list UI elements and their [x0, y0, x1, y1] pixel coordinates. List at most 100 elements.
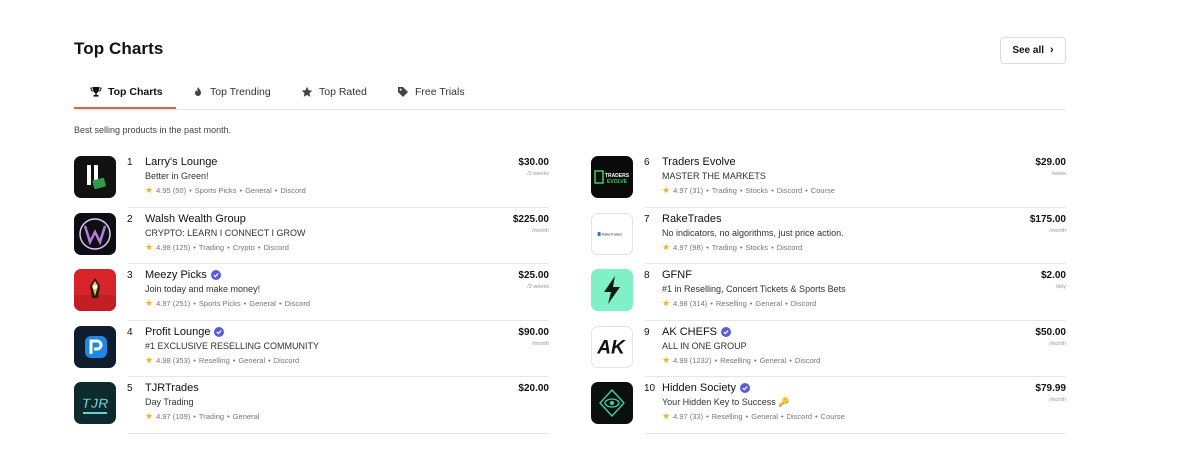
rank-number: 10 — [644, 383, 656, 394]
product-name[interactable]: GFNF — [662, 269, 692, 281]
product-name[interactable]: Profit Lounge — [145, 326, 225, 338]
page-title: Top Charts — [74, 39, 164, 58]
verified-badge-icon — [721, 326, 732, 337]
tag: Reselling — [715, 299, 747, 308]
product-meta: ★ 4.98 (353) • Reselling • General • Discor… — [145, 354, 300, 365]
ak-logo-text: AK — [596, 337, 626, 358]
list-item[interactable]: 10 Hidden Society Your Hidden Key to Suc… — [591, 377, 1066, 434]
svg-text:EVOLVE: EVOLVE — [607, 179, 628, 185]
rank-number: 6 — [644, 157, 650, 168]
billing-period: /2 weeks — [527, 284, 549, 290]
product-name-text: Meezy Picks — [145, 269, 207, 281]
tag-icon — [397, 86, 409, 98]
product-meta: ★ 4.98 (314) • Reselling • General • Discor… — [662, 298, 817, 309]
product-name[interactable]: Walsh Wealth Group — [145, 213, 246, 225]
rating-star-icon: ★ — [662, 354, 671, 365]
list-item[interactable]: AK 9 AK CHEFS ALL IN ONE GROUP ★ 4.99 (1… — [591, 321, 1066, 377]
product-name-text: TJRTrades — [145, 382, 199, 394]
tab-free-trials[interactable]: Free Trials — [397, 74, 465, 110]
product-description: Your Hidden Key to Success 🔑 — [662, 397, 790, 407]
rating-text: 4.97 (98) — [673, 242, 704, 252]
tag: General — [759, 355, 787, 365]
list-item[interactable]: TRADERS EVOLVE 6 Traders Evolve MASTER TH… — [591, 151, 1066, 208]
billing-period: /month — [532, 227, 549, 234]
tag: Sports Picks — [198, 299, 241, 308]
product-description: Join today and make money! — [145, 284, 261, 294]
chevron-right-icon: › — [1050, 44, 1054, 56]
tag: Trading — [711, 242, 737, 252]
list-item[interactable]: 4 Profit Lounge #1 EXCLUSIVE RESELLING C… — [74, 321, 549, 377]
raketrades-logo: RakeTrades — [591, 212, 633, 255]
verified-badge-icon — [214, 326, 225, 337]
product-name[interactable]: Traders Evolve — [662, 156, 736, 168]
rank-number: 8 — [644, 270, 650, 281]
price: $2.00 — [1040, 270, 1066, 281]
ak-chefs-logo: AK — [591, 325, 633, 368]
tag: Reselling — [711, 412, 743, 421]
tag: Trading — [198, 412, 225, 421]
product-description: MASTER THE MARKETS — [662, 171, 766, 181]
rating-star-icon: ★ — [145, 185, 154, 195]
tab-top-trending[interactable]: Top Trending — [192, 74, 271, 110]
product-meta: ★ 4.97 (251) • Sports Picks • General • Dis… — [145, 298, 311, 309]
product-name[interactable]: Hidden Society — [662, 382, 750, 394]
verified-badge-icon — [210, 270, 221, 280]
rating-star-icon: ★ — [662, 411, 671, 421]
tag: General — [751, 412, 778, 421]
gfnf-logo — [591, 269, 633, 311]
product-name[interactable]: Larry's Lounge — [145, 156, 217, 168]
price: $225.00 — [512, 213, 549, 225]
product-meta: ★ 4.97 (31) • Trading • Stocks • Discord • C… — [662, 185, 835, 196]
product-description: #1 in Reselling, Concert Tickets & Sport… — [662, 284, 846, 294]
product-name[interactable]: TJRTrades — [145, 382, 199, 394]
tag: Discord — [776, 186, 803, 195]
list-item[interactable]: 3 Meezy Picks Join today and make money!… — [74, 264, 549, 321]
rank-number: 1 — [127, 157, 133, 168]
rating-text: 4.95 (50) — [156, 186, 187, 195]
see-all-button[interactable]: See all › — [1000, 37, 1066, 64]
product-name-text: Larry's Lounge — [145, 156, 218, 168]
rating-text: 4.98 (125) — [156, 242, 191, 252]
tjr-logo-text: TJR — [82, 395, 109, 411]
tag: Course — [820, 412, 845, 421]
product-name[interactable]: Meezy Picks — [145, 269, 221, 281]
billing-period: /month — [1049, 227, 1066, 234]
price: $25.00 — [518, 270, 549, 281]
chart-list-right: TRADERS EVOLVE 6 Traders Evolve MASTER TH… — [591, 151, 1066, 434]
rating-star-icon: ★ — [662, 241, 671, 252]
tab-label: Top Trending — [210, 86, 271, 98]
billing-period: /month — [1049, 397, 1066, 403]
billing-period: /2 weeks — [527, 171, 549, 177]
product-description: Better in Green! — [145, 171, 209, 181]
tag: Discord — [776, 242, 803, 252]
larrys-lounge-logo — [74, 156, 116, 198]
rating-star-icon: ★ — [145, 241, 154, 252]
tab-top-rated[interactable]: Top Rated — [301, 74, 367, 110]
product-name-text: AK CHEFS — [662, 325, 718, 338]
product-name[interactable]: AK CHEFS — [662, 325, 732, 338]
list-item[interactable]: 1 Larry's Lounge Better in Green! ★ 4.95… — [74, 151, 549, 208]
chart-list-left: 1 Larry's Lounge Better in Green! ★ 4.95… — [74, 151, 549, 434]
tjrtrades-logo: TJR — [74, 382, 116, 424]
rating-text: 4.97 (31) — [673, 186, 704, 195]
rating-text: 4.97 (251) — [156, 299, 191, 308]
tag: Trading — [198, 242, 225, 252]
rating-star-icon: ★ — [662, 185, 671, 195]
billing-period: /week — [1051, 171, 1066, 177]
price: $90.00 — [518, 326, 549, 338]
tag: General — [249, 299, 276, 308]
tab-label: Free Trials — [415, 86, 465, 98]
tag: Reselling — [720, 355, 751, 365]
list-item[interactable]: 8 GFNF #1 in Reselling, Concert Tickets … — [591, 264, 1066, 321]
trophy-icon — [90, 86, 102, 98]
product-name-text: Walsh Wealth Group — [145, 212, 246, 225]
product-name-text: Hidden Society — [662, 382, 736, 394]
tab-top-charts[interactable]: Top Charts — [90, 74, 163, 110]
tag: Discord — [273, 355, 300, 365]
verified-badge-icon — [740, 383, 750, 393]
list-item[interactable]: 2 Walsh Wealth Group CRYPTO: LEARN I CON… — [74, 208, 549, 264]
list-item[interactable]: TJR 5 TJRTrades Day Trading ★ 4.97 (109)… — [74, 377, 549, 434]
tag: Discord — [794, 355, 821, 365]
product-name[interactable]: RakeTrades — [662, 213, 722, 225]
list-item[interactable]: RakeTrades 7 RakeTrades No indicators, n… — [591, 208, 1066, 264]
